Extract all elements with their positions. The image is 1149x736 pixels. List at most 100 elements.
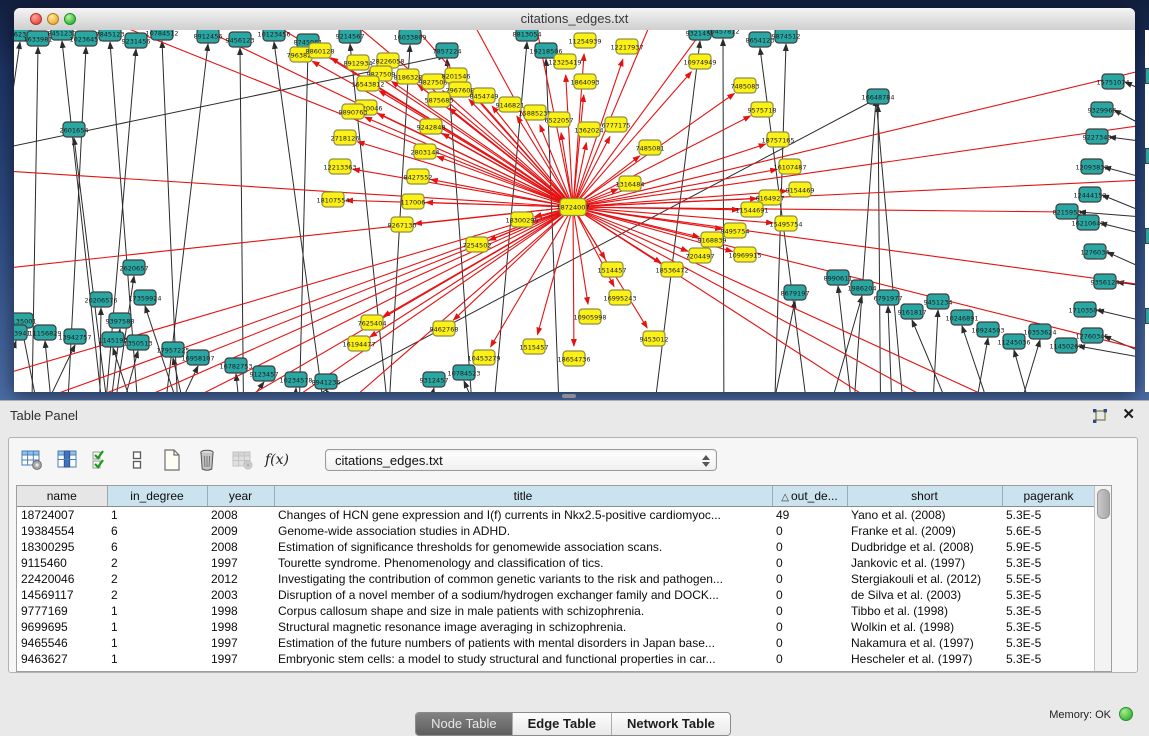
graph-node-yellow[interactable]: 8427552 <box>404 169 433 184</box>
function-builder-button[interactable]: f(x) <box>264 447 290 473</box>
graph-node-teal[interactable]: 2601654 <box>60 122 89 137</box>
table-row[interactable]: 977716911998Corpus callosum shape and si… <box>17 603 1095 619</box>
graph-node-teal[interactable]: 1276034 <box>1081 244 1110 259</box>
graph-node-teal[interactable]: 9451234 <box>924 294 953 309</box>
graph-node-yellow[interactable]: 8860128 <box>306 43 335 58</box>
table-row[interactable]: 1938455462009Genome-wide association stu… <box>17 523 1095 539</box>
graph-node-teal[interactable]: 7845123 <box>96 30 125 41</box>
graph-node-yellow[interactable]: 16107487 <box>773 159 806 174</box>
graph-node-teal[interactable]: 17359924 <box>128 290 161 305</box>
graph-node-teal[interactable]: 16648784 <box>861 89 894 104</box>
graph-node-teal[interactable]: 10784523 <box>447 365 480 380</box>
graph-node-yellow[interactable]: 2803144 <box>411 144 440 159</box>
graph-node-yellow[interactable]: 9168839 <box>698 232 727 247</box>
graph-node-teal[interactable]: 9397588 <box>106 313 135 328</box>
graph-node-teal[interactable]: 9329966 <box>1088 102 1117 117</box>
rows-button[interactable] <box>124 447 150 473</box>
graph-node-teal[interactable]: 2620657 <box>120 260 149 275</box>
graph-node-yellow[interactable]: 10969915 <box>728 247 761 262</box>
close-panel-icon[interactable]: ✕ <box>1122 405 1135 423</box>
graph-node-yellow[interactable]: 7485083 <box>731 78 760 93</box>
graph-node-teal[interactable]: 1986204 <box>848 280 877 295</box>
table-row[interactable]: 1830029562008Estimation of significance … <box>17 539 1095 555</box>
graph-node-teal[interactable]: 8813054 <box>513 30 542 41</box>
graph-node-yellow[interactable]: 5875685 <box>425 92 454 107</box>
graph-node-yellow[interactable]: 1362024 <box>575 122 604 137</box>
column-header-pagerank[interactable]: pagerank <box>1002 486 1095 507</box>
graph-node-yellow[interactable]: 9890763 <box>339 104 368 119</box>
table-row[interactable]: 1456911722003Disruption of a novel membe… <box>17 587 1095 603</box>
graph-node-teal[interactable]: 10123456 <box>257 30 290 41</box>
graph-node-teal[interactable]: 9874512 <box>772 30 801 43</box>
table-select-dropdown[interactable]: citations_edges.txt <box>325 449 717 471</box>
graph-node-yellow[interactable]: 15495754 <box>769 216 802 231</box>
table-scrollbar[interactable] <box>1094 486 1111 671</box>
graph-node-teal[interactable]: 10234578 <box>279 372 312 387</box>
graph-node-teal[interactable]: 8679197 <box>781 285 810 300</box>
graph-node-teal[interactable]: 9161817 <box>898 304 927 319</box>
graph-node-teal[interactable]: 8912456 <box>194 30 223 43</box>
zoom-button[interactable] <box>64 13 76 25</box>
graph-node-teal[interactable]: 9456123 <box>226 32 255 47</box>
graph-node-yellow[interactable]: 9242848 <box>417 119 446 134</box>
graph-node-yellow[interactable]: 10905998 <box>573 309 606 324</box>
graph-node-yellow[interactable]: 1316484 <box>616 176 645 191</box>
graph-node-yellow[interactable]: 9462768 <box>430 321 459 336</box>
column-header-year[interactable]: year <box>207 486 274 507</box>
graph-node-teal[interactable]: 6791977 <box>874 290 903 305</box>
delete-column-button[interactable] <box>194 447 220 473</box>
column-header-short[interactable]: short <box>847 486 1002 507</box>
column-header-in_degree[interactable]: in_degree <box>107 486 207 507</box>
graph-node-teal[interactable]: 15751074 <box>1096 74 1129 89</box>
graph-node-yellow[interactable]: 9575718 <box>748 102 777 117</box>
graph-node-yellow[interactable]: 18654736 <box>557 351 590 366</box>
graph-node-yellow[interactable]: 10453279 <box>467 350 500 365</box>
graph-node-teal[interactable]: 1350513 <box>124 335 153 350</box>
graph-node-teal[interactable]: 9312457 <box>420 372 449 387</box>
graph-node-teal[interactable]: 16033809 <box>393 30 426 44</box>
graph-node-teal[interactable]: 10924503 <box>971 322 1004 337</box>
table-settings-button[interactable] <box>19 447 45 473</box>
table-row[interactable]: 2242004622012Investigating the contribut… <box>17 571 1095 587</box>
network-canvas[interactable]: 9062341163398184512301023645778451239231… <box>14 30 1135 392</box>
new-column-button[interactable] <box>159 447 185 473</box>
column-header-out_degree[interactable]: △out_de... <box>772 486 847 507</box>
graph-node-yellow[interactable]: 1864093 <box>571 74 600 89</box>
graph-node-yellow[interactable]: 6777175 <box>602 117 631 132</box>
graph-node-yellow[interactable]: 18107554 <box>316 192 349 207</box>
select-all-button[interactable] <box>89 447 115 473</box>
graph-node-teal[interactable]: 8990611 <box>824 270 853 285</box>
graph-node-yellow[interactable]: 2718126 <box>331 130 360 145</box>
graph-node-yellow[interactable]: 11254939 <box>568 33 601 48</box>
column-header-name[interactable]: name <box>17 486 107 507</box>
graph-node-yellow[interactable]: 7625404 <box>358 315 387 330</box>
graph-node-yellow[interactable]: 7204497 <box>686 248 715 263</box>
graph-node-yellow[interactable]: 117006 <box>401 194 426 209</box>
graph-node-yellow[interactable]: 10974949 <box>683 54 716 69</box>
float-window-icon[interactable] <box>1091 407 1109 425</box>
graph-node-teal[interactable]: 12760345 <box>1075 328 1108 343</box>
graph-node-teal[interactable]: 9123457 <box>250 366 279 381</box>
graph-node-teal[interactable]: 8941236 <box>312 374 341 389</box>
graph-node-yellow[interactable]: 8912934 <box>344 55 373 70</box>
graph-node-teal[interactable]: 10353624 <box>1023 324 1056 339</box>
memory-status-indicator[interactable] <box>1119 707 1133 721</box>
network-graph[interactable]: 9062341163398184512301023645778451239231… <box>14 30 1135 392</box>
graph-node-teal[interactable]: 12093832 <box>1075 159 1108 174</box>
table-row[interactable]: 946362711997Embryonic stem cells: a mode… <box>17 651 1095 667</box>
graph-node-yellow[interactable]: 7254502 <box>463 237 492 252</box>
graph-node-teal[interactable]: 9214567 <box>336 30 365 43</box>
graph-hub-node[interactable]: 18724007 <box>556 199 589 216</box>
graph-node-yellow[interactable]: 8201546 <box>442 68 471 83</box>
splitpane-resize-handle[interactable] <box>562 394 576 398</box>
graph-node-yellow[interactable]: 9154469 <box>786 182 815 197</box>
graph-node-yellow[interactable]: 1515457 <box>520 339 549 354</box>
scrollbar-thumb[interactable] <box>1097 489 1110 519</box>
table-row[interactable]: 911546021997Tourette syndrome. Phenomeno… <box>17 555 1095 571</box>
graph-node-teal[interactable]: 7857224 <box>433 43 462 58</box>
table-row[interactable]: 946554611997Estimation of the future num… <box>17 635 1095 651</box>
table-row[interactable]: 1872400712008Changes of HCN gene express… <box>17 507 1095 524</box>
select-columns-button[interactable] <box>54 447 80 473</box>
graph-node-teal[interactable]: 9227343 <box>1083 129 1112 144</box>
network-window[interactable]: citations_edges.txt 90623411633981845123… <box>14 8 1135 392</box>
